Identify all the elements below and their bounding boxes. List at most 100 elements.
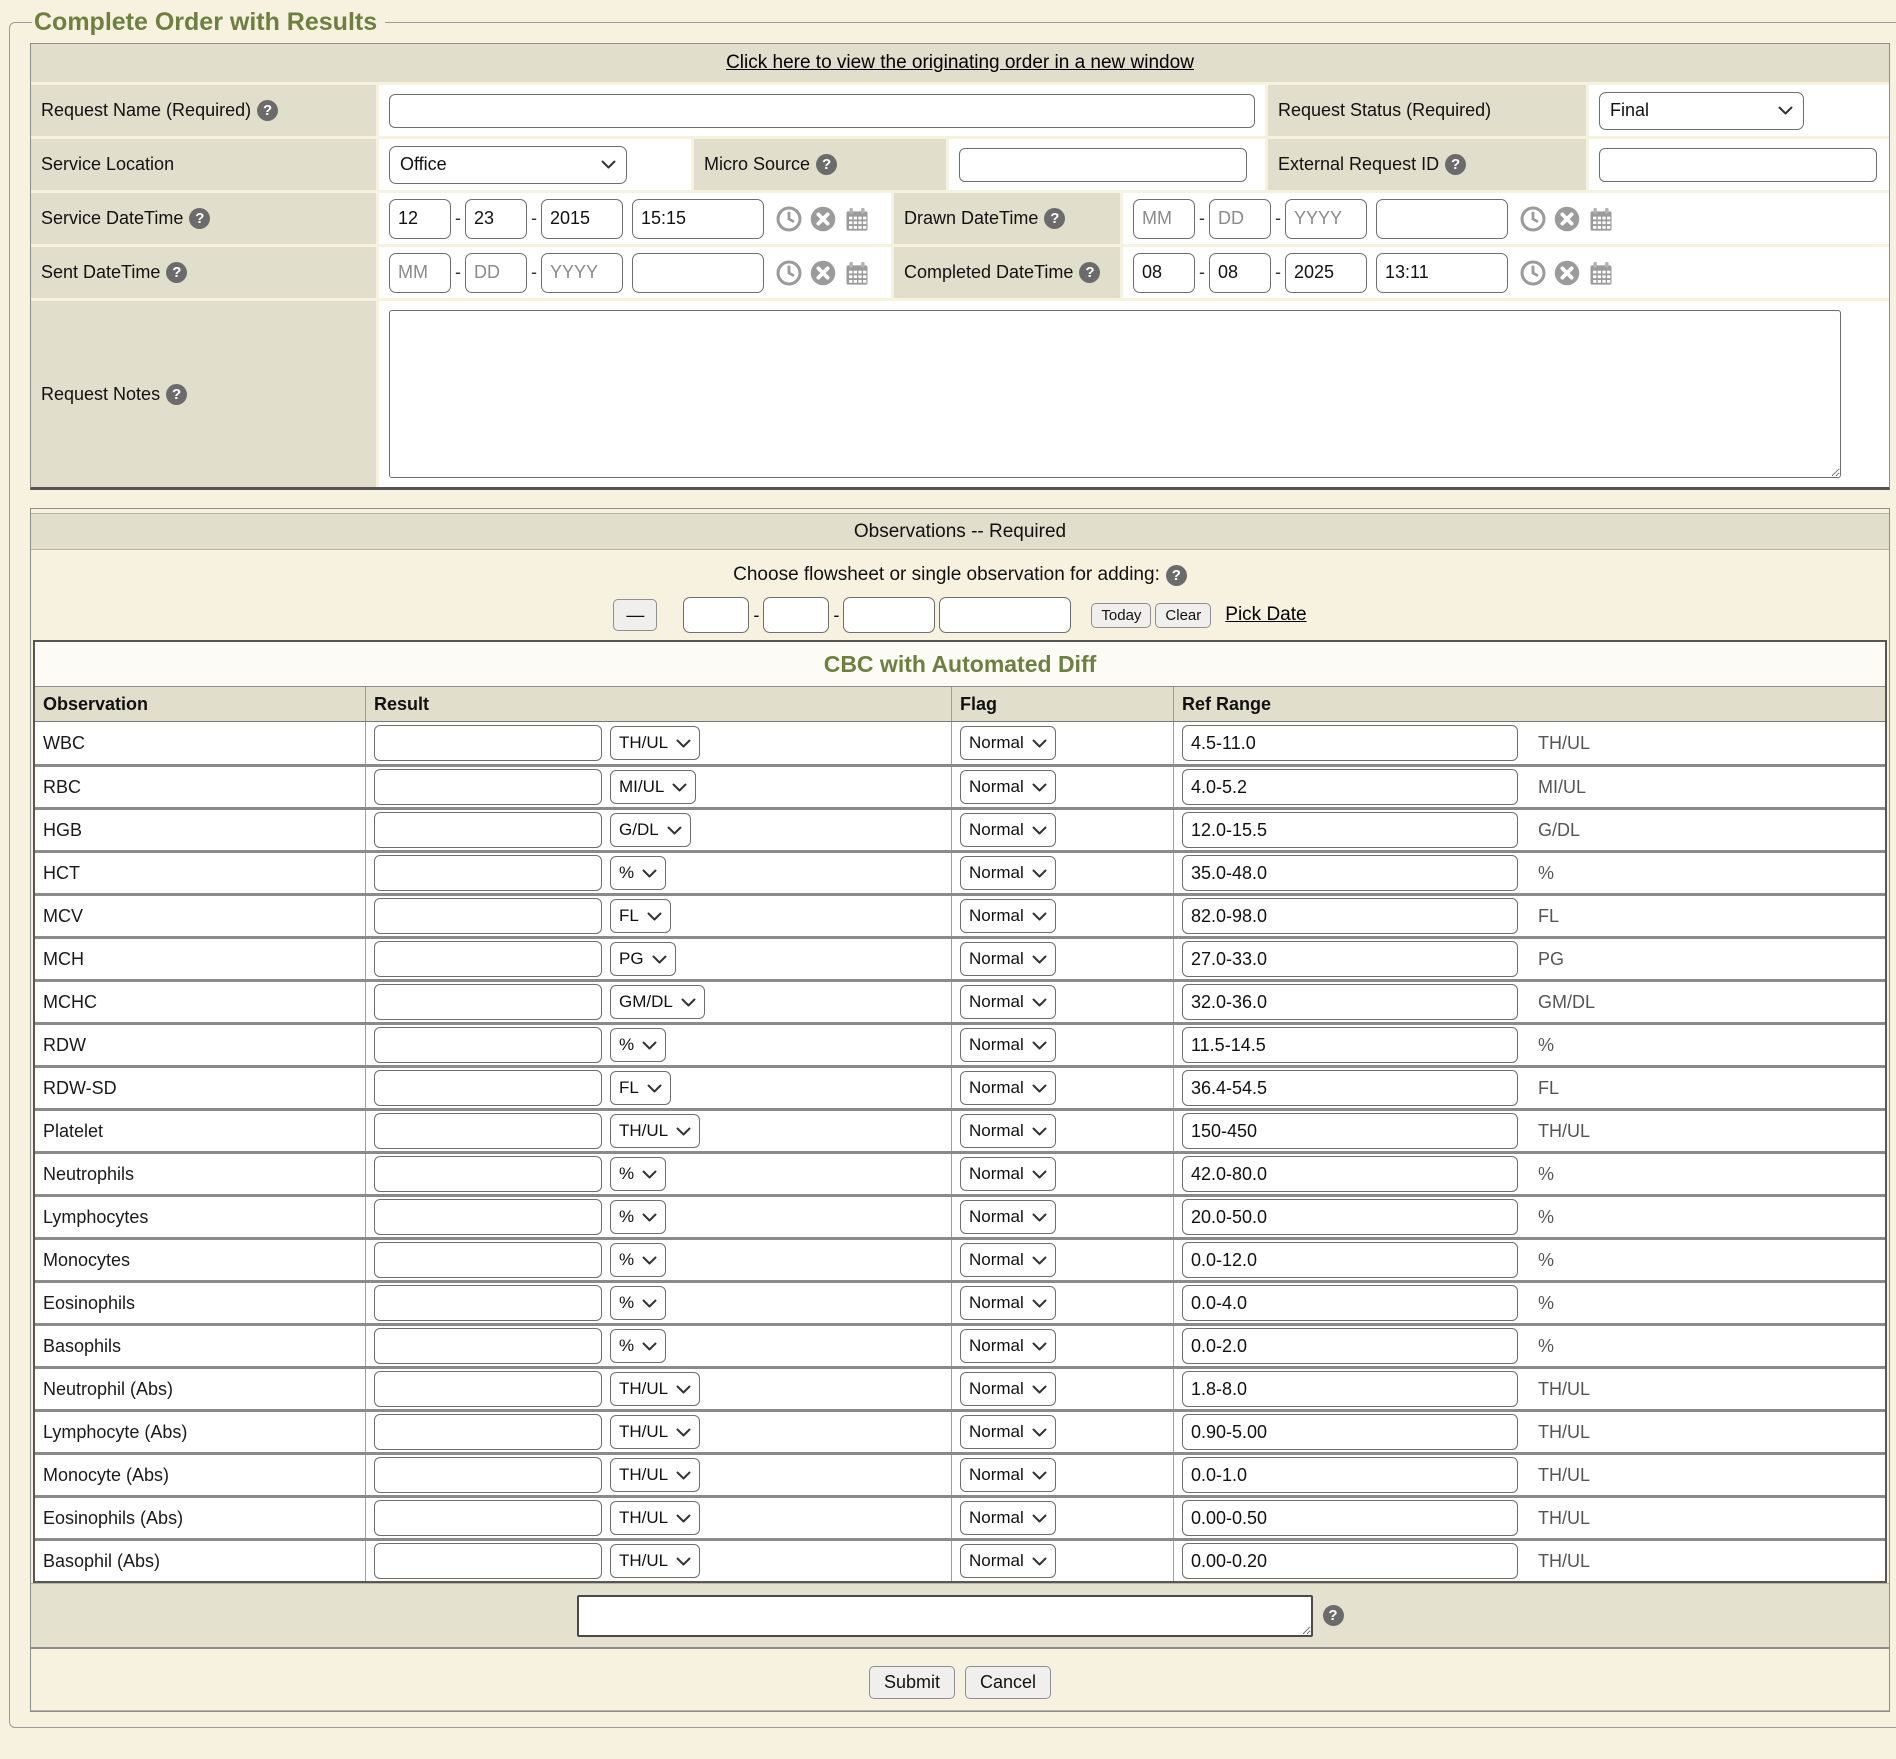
picker-year-input[interactable] <box>843 597 935 633</box>
flag-select[interactable]: Normal <box>960 1544 1056 1578</box>
time-input[interactable] <box>1376 253 1508 293</box>
micro-source-input[interactable] <box>959 148 1247 182</box>
month-input[interactable] <box>1133 199 1195 239</box>
year-input[interactable] <box>1285 199 1367 239</box>
clock-icon[interactable] <box>775 259 803 287</box>
remove-button[interactable]: — <box>613 599 657 631</box>
clear-button[interactable]: Clear <box>1155 603 1211 628</box>
help-icon[interactable]: ? <box>189 208 210 229</box>
result-unit-select[interactable]: PG <box>610 942 676 976</box>
flag-select[interactable]: Normal <box>960 1071 1056 1105</box>
day-input[interactable] <box>465 253 527 293</box>
flag-select[interactable]: Normal <box>960 1286 1056 1320</box>
help-icon[interactable]: ? <box>1044 208 1065 229</box>
flag-select[interactable]: Normal <box>960 1501 1056 1535</box>
result-unit-select[interactable]: % <box>610 1329 666 1363</box>
result-input[interactable] <box>374 941 602 977</box>
ref-range-input[interactable] <box>1182 984 1518 1020</box>
time-input[interactable] <box>632 199 764 239</box>
ref-range-input[interactable] <box>1182 1414 1518 1450</box>
result-unit-select[interactable]: % <box>610 1157 666 1191</box>
flag-select[interactable]: Normal <box>960 1243 1056 1277</box>
result-unit-select[interactable]: TH/UL <box>610 1415 700 1449</box>
result-unit-select[interactable]: TH/UL <box>610 1544 700 1578</box>
month-input[interactable] <box>1133 253 1195 293</box>
ref-range-input[interactable] <box>1182 769 1518 805</box>
day-input[interactable] <box>1209 253 1271 293</box>
ref-range-input[interactable] <box>1182 1543 1518 1579</box>
result-input[interactable] <box>374 1285 602 1321</box>
ref-range-input[interactable] <box>1182 855 1518 891</box>
clear-icon[interactable] <box>1553 259 1581 287</box>
ref-range-input[interactable] <box>1182 1328 1518 1364</box>
flag-select[interactable]: Normal <box>960 770 1056 804</box>
result-input[interactable] <box>374 1457 602 1493</box>
clock-icon[interactable] <box>775 205 803 233</box>
result-unit-select[interactable]: G/DL <box>610 813 691 847</box>
flag-select[interactable]: Normal <box>960 1200 1056 1234</box>
flag-select[interactable]: Normal <box>960 1114 1056 1148</box>
help-icon[interactable]: ? <box>257 100 278 121</box>
clear-icon[interactable] <box>809 259 837 287</box>
result-unit-select[interactable]: % <box>610 1286 666 1320</box>
request-status-select[interactable]: Final <box>1599 92 1804 130</box>
flag-select[interactable]: Normal <box>960 942 1056 976</box>
ref-range-input[interactable] <box>1182 1113 1518 1149</box>
month-input[interactable] <box>389 253 451 293</box>
help-icon[interactable]: ? <box>1079 262 1100 283</box>
flag-select[interactable]: Normal <box>960 813 1056 847</box>
result-input[interactable] <box>374 1371 602 1407</box>
time-input[interactable] <box>1376 199 1508 239</box>
day-input[interactable] <box>1209 199 1271 239</box>
ref-range-input[interactable] <box>1182 1156 1518 1192</box>
help-icon[interactable]: ? <box>166 262 187 283</box>
result-input[interactable] <box>374 1328 602 1364</box>
ref-range-input[interactable] <box>1182 1027 1518 1063</box>
time-input[interactable] <box>632 253 764 293</box>
help-icon[interactable]: ? <box>1445 154 1466 175</box>
result-unit-select[interactable]: % <box>610 1028 666 1062</box>
help-icon[interactable]: ? <box>816 154 837 175</box>
calendar-icon[interactable] <box>1587 205 1615 233</box>
result-unit-select[interactable]: % <box>610 1243 666 1277</box>
result-input[interactable] <box>374 1113 602 1149</box>
service-location-select[interactable]: Office <box>389 146 627 184</box>
ref-range-input[interactable] <box>1182 1285 1518 1321</box>
calendar-icon[interactable] <box>843 259 871 287</box>
request-name-input[interactable] <box>389 94 1255 128</box>
ref-range-input[interactable] <box>1182 1242 1518 1278</box>
ref-range-input[interactable] <box>1182 812 1518 848</box>
result-input[interactable] <box>374 769 602 805</box>
ref-range-input[interactable] <box>1182 1070 1518 1106</box>
request-notes-textarea[interactable] <box>389 310 1841 478</box>
flag-select[interactable]: Normal <box>960 1372 1056 1406</box>
pick-date-link[interactable]: Pick Date <box>1225 604 1306 626</box>
result-unit-select[interactable]: MI/UL <box>610 770 696 804</box>
result-input[interactable] <box>374 1500 602 1536</box>
result-input[interactable] <box>374 898 602 934</box>
flag-select[interactable]: Normal <box>960 726 1056 760</box>
ref-range-input[interactable] <box>1182 1371 1518 1407</box>
result-input[interactable] <box>374 855 602 891</box>
result-unit-select[interactable]: TH/UL <box>610 1458 700 1492</box>
result-unit-select[interactable]: % <box>610 1200 666 1234</box>
result-input[interactable] <box>374 1414 602 1450</box>
cancel-button[interactable]: Cancel <box>965 1666 1051 1699</box>
result-unit-select[interactable]: FL <box>610 899 671 933</box>
flag-select[interactable]: Normal <box>960 1028 1056 1062</box>
result-unit-select[interactable]: TH/UL <box>610 1114 700 1148</box>
ref-range-input[interactable] <box>1182 898 1518 934</box>
month-input[interactable] <box>389 199 451 239</box>
ref-range-input[interactable] <box>1182 941 1518 977</box>
result-input[interactable] <box>374 1199 602 1235</box>
result-input[interactable] <box>374 1070 602 1106</box>
help-icon[interactable]: ? <box>166 384 187 405</box>
flag-select[interactable]: Normal <box>960 856 1056 890</box>
result-input[interactable] <box>374 1543 602 1579</box>
help-icon[interactable]: ? <box>1323 1605 1344 1626</box>
picker-time-input[interactable] <box>939 597 1071 633</box>
external-request-id-input[interactable] <box>1599 148 1877 182</box>
result-input[interactable] <box>374 1156 602 1192</box>
calendar-icon[interactable] <box>843 205 871 233</box>
picker-day-input[interactable] <box>763 597 829 633</box>
